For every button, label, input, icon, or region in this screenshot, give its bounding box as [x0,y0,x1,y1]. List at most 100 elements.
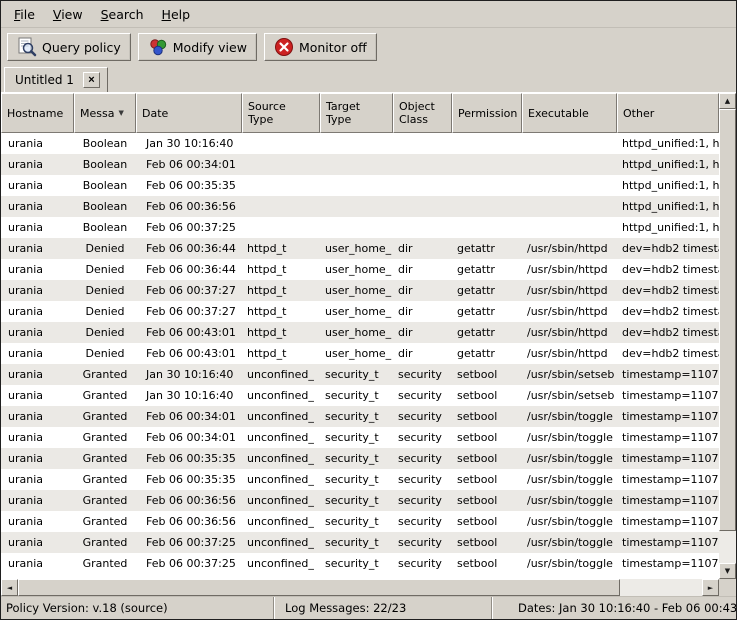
column-header-target-type[interactable]: Target Type [320,93,393,133]
table-row[interactable]: uraniaBooleanFeb 06 00:35:35httpd_unifie… [1,175,719,196]
cell-date: Feb 06 00:36:44 [136,238,242,259]
cell-executable [522,175,617,196]
table-row[interactable]: uraniaBooleanJan 30 10:16:40httpd_unifie… [1,133,719,154]
horizontal-scrollbar[interactable]: ◄ ► [1,579,719,596]
table-row[interactable]: uraniaDeniedFeb 06 00:36:44httpd_tuser_h… [1,259,719,280]
table-row[interactable]: uraniaDeniedFeb 06 00:43:01httpd_tuser_h… [1,343,719,364]
cell-executable: /usr/sbin/toggle [522,448,617,469]
cell-date: Feb 06 00:36:56 [136,511,242,532]
cell-hostname: urania [1,217,74,238]
cell-date: Feb 06 00:37:25 [136,217,242,238]
cell-source-type: unconfined_ [242,469,320,490]
table-row[interactable]: uraniaGrantedFeb 06 00:37:25unconfined_s… [1,553,719,574]
cell-target-type: security_t [320,406,393,427]
table-row[interactable]: uraniaDeniedFeb 06 00:36:44httpd_tuser_h… [1,238,719,259]
modify-view-icon [148,37,168,57]
scroll-left-button[interactable]: ◄ [1,579,18,596]
cell-permission: getattr [452,301,522,322]
table-row[interactable]: uraniaBooleanFeb 06 00:34:01httpd_unifie… [1,154,719,175]
cell-source-type: httpd_t [242,259,320,280]
cell-message: Granted [74,532,136,553]
cell-target-type: security_t [320,532,393,553]
cell-message: Granted [74,448,136,469]
status-policy-version: Policy Version: v.18 (source) [1,597,273,619]
table-row[interactable]: uraniaGrantedJan 30 10:16:40unconfined_s… [1,364,719,385]
cell-permission [452,217,522,238]
table-row[interactable]: uraniaDeniedFeb 06 00:37:27httpd_tuser_h… [1,301,719,322]
cell-date: Feb 06 00:37:27 [136,280,242,301]
cell-executable [522,217,617,238]
cell-date: Feb 06 00:36:44 [136,259,242,280]
table-row[interactable]: uraniaBooleanFeb 06 00:36:56httpd_unifie… [1,196,719,217]
cell-source-type: unconfined_ [242,532,320,553]
cell-other: dev=hdb2 timesta [617,280,719,301]
cell-executable: /usr/sbin/toggle [522,406,617,427]
cell-message: Granted [74,364,136,385]
cell-source-type [242,133,320,154]
table-row[interactable]: uraniaGrantedFeb 06 00:35:35unconfined_s… [1,469,719,490]
menu-view[interactable]: View [44,3,92,26]
cell-permission: getattr [452,322,522,343]
column-header-executable[interactable]: Executable [522,93,617,133]
table-row[interactable]: uraniaGrantedFeb 06 00:37:25unconfined_s… [1,532,719,553]
modify-view-button[interactable]: Modify view [138,33,257,61]
menubar: File View Search Help [1,1,736,28]
table-row[interactable]: uraniaGrantedFeb 06 00:34:01unconfined_s… [1,427,719,448]
table-row[interactable]: uraniaGrantedFeb 06 00:36:56unconfined_s… [1,490,719,511]
table-row[interactable]: uraniaGrantedJan 30 10:16:40unconfined_s… [1,385,719,406]
column-header-date[interactable]: Date [136,93,242,133]
cell-other: timestamp=11076 [617,532,719,553]
cell-other: timestamp=11076 [617,490,719,511]
cell-hostname: urania [1,511,74,532]
scroll-right-button[interactable]: ► [702,579,719,596]
scroll-up-button[interactable]: ▲ [719,93,736,109]
sort-indicator-icon: ▼ [118,109,123,117]
menu-file[interactable]: File [5,3,44,26]
cell-permission: getattr [452,259,522,280]
table-row[interactable]: uraniaGrantedFeb 06 00:34:01unconfined_s… [1,406,719,427]
monitor-off-button[interactable]: Monitor off [264,33,377,61]
cell-message: Denied [74,322,136,343]
column-header-hostname[interactable]: Hostname [1,93,74,133]
menu-search[interactable]: Search [92,3,153,26]
cell-executable: /usr/sbin/setseb [522,385,617,406]
column-header-other[interactable]: Other [617,93,719,133]
cell-other: timestamp=11076 [617,406,719,427]
cell-object-class [393,217,452,238]
table-row[interactable]: uraniaGrantedFeb 06 00:36:56unconfined_s… [1,511,719,532]
cell-date: Feb 06 00:37:27 [136,301,242,322]
cell-object-class: security [393,364,452,385]
cell-message: Denied [74,259,136,280]
table-row[interactable]: uraniaBooleanFeb 06 00:37:25httpd_unifie… [1,217,719,238]
tab-close-button[interactable]: × [83,72,100,88]
cell-source-type: unconfined_ [242,448,320,469]
cell-target-type: security_t [320,385,393,406]
query-policy-label: Query policy [42,40,121,55]
vertical-scrollbar-thumb[interactable] [719,109,736,531]
query-policy-button[interactable]: Query policy [7,33,131,61]
table-row[interactable]: uraniaGrantedFeb 06 00:35:35unconfined_s… [1,448,719,469]
horizontal-scrollbar-thumb[interactable] [18,579,620,596]
cell-executable: /usr/sbin/toggle [522,427,617,448]
column-header-permission[interactable]: Permission [452,93,522,133]
cell-target-type [320,133,393,154]
cell-hostname: urania [1,553,74,574]
horizontal-scroll-trough[interactable] [18,579,702,596]
cell-object-class: dir [393,280,452,301]
cell-date: Feb 06 00:34:01 [136,427,242,448]
menu-help[interactable]: Help [153,3,200,26]
column-header-object-class[interactable]: Object Class [393,93,452,133]
column-header-message[interactable]: Messa▼ [74,93,136,133]
cell-source-type [242,196,320,217]
table-row[interactable]: uraniaDeniedFeb 06 00:37:27httpd_tuser_h… [1,280,719,301]
vertical-scrollbar[interactable]: ▲ ▼ [719,93,736,579]
cell-hostname: urania [1,469,74,490]
vertical-scroll-trough[interactable] [719,109,736,563]
table-row[interactable]: uraniaDeniedFeb 06 00:43:01httpd_tuser_h… [1,322,719,343]
scroll-down-button[interactable]: ▼ [719,563,736,579]
tab-untitled-1[interactable]: Untitled 1 × [4,67,108,92]
cell-hostname: urania [1,385,74,406]
cell-hostname: urania [1,490,74,511]
cell-date: Jan 30 10:16:40 [136,385,242,406]
column-header-source-type[interactable]: Source Type [242,93,320,133]
